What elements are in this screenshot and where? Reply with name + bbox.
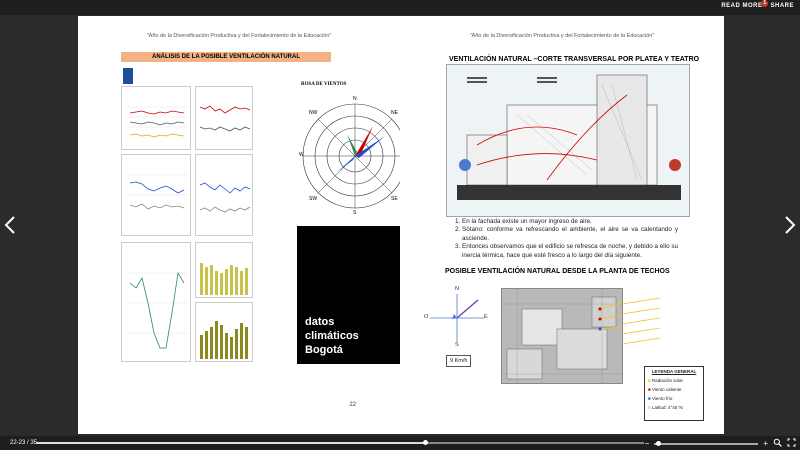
compass-south-label: S [353,210,357,216]
roof-plan-diagram [501,288,623,384]
legend-item-latitude: ○ Latitud: 4°45 'N [648,405,683,410]
climate-data-panel: ROSA DE VIENTOS N S E [121,62,413,364]
zoom-handle[interactable] [656,440,662,446]
institution-logo [123,68,133,84]
legend: LEYENDA GENERAL ■ Radiación solar ■ Vien… [644,366,704,421]
legend-item-cold-wind: ■ Viento frío [648,396,673,401]
page-header: "Año de la Diversificación Productiva y … [469,33,655,39]
next-page-icon[interactable] [784,215,796,239]
note-item: En la fachada existe un mayor ingreso de… [462,218,678,226]
left-page: "Año de la Diversificación Productiva y … [78,16,413,434]
compass-sw-label: SW [309,196,318,202]
compass-east-label: E [484,314,488,320]
progress-handle[interactable] [423,440,429,445]
compass-diagram: N S E O [424,286,490,348]
fullscreen-icon[interactable] [787,438,796,449]
page-header: "Año de la Diversificación Productiva y … [146,33,332,39]
page-counter: 22-23 / 35 [10,440,38,446]
wind-rose-chart: ROSA DE VIENTOS N S E [297,76,413,226]
right-page: "Año de la Diversificación Productiva y … [400,16,724,434]
page-number: 22 [349,402,356,408]
legend-item-warm-wind: ■ Viento caliente [648,387,682,392]
zoom-magnifier-icon[interactable] [773,438,782,449]
compass-west-label: O [424,314,429,320]
zoom-slider[interactable] [654,440,759,446]
section-title: ANÁLISIS DE LA POSIBLE VENTILACIÓN NATUR… [121,52,331,62]
sunshine-chart [195,242,253,298]
page-progress-slider[interactable] [36,440,644,445]
solar-radiation-lines [622,297,661,345]
cross-section-title: VENTILACIÓN NATURAL –CORTE TRANSVERSAL P… [449,56,700,63]
roof-plan-title: POSIBLE VENTILACIÓN NATURAL DESDE LA PLA… [445,268,670,275]
notes-list: En la fachada existe un mayor ingreso de… [453,218,678,260]
compass-west-label: W [299,152,304,158]
compass-nw-label: NW [309,110,318,116]
read-more-label: READ MORE [721,3,763,9]
legend-title: LEYENDA GENERAL [651,369,697,374]
share-button[interactable]: SHARE [770,3,794,9]
zoom-controls: − + [645,438,796,449]
cross-section-diagram [446,64,690,217]
note-item: Sótano: conforme va refrescando el ambie… [462,226,678,243]
notification-badge: 1 [761,0,769,7]
document-viewer: READ MORE 1 SHARE "Año de la Diversifica… [0,0,800,450]
climate-caption-line-1: datos climáticos [305,316,359,342]
min-temperature-chart [121,154,191,236]
compass-se-label: SE [391,196,398,202]
temperature-chart [121,86,191,150]
compass-south-label: S [455,342,459,348]
compass-north-label: N [353,96,357,102]
top-actions: READ MORE 1 SHARE [721,0,794,9]
climate-caption: datos climáticos Bogotá [305,315,371,357]
zoom-in-button[interactable]: + [763,439,768,448]
absolute-humidity-chart [195,154,253,236]
read-more-button[interactable]: READ MORE 1 [721,0,769,9]
legend-item-solar: ■ Radiación solar [648,378,684,383]
humidity-chart [121,242,191,362]
progress-fill [36,442,426,444]
note-item: Entonces observamos que el edificio se r… [462,243,678,260]
bottom-toolbar: 22-23 / 35 − + [0,436,800,450]
max-temperature-chart [195,86,253,150]
top-toolbar: READ MORE 1 SHARE [0,0,800,15]
wind-speed-label: 9 Km/h [446,355,472,367]
climate-caption-line-2: Bogotá [305,344,343,356]
precipitation-chart [195,302,253,362]
compass-ne-label: NE [391,110,398,116]
compass-north-label: N [455,286,459,292]
previous-page-icon[interactable] [4,215,16,239]
zoom-out-button[interactable]: − [645,439,650,448]
